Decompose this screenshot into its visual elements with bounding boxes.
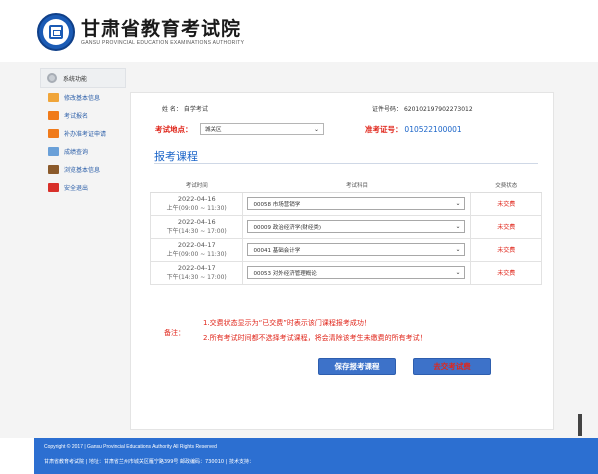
exam-time: 下午(14:30 ~ 17:00) xyxy=(166,227,227,235)
exam-date: 2022-04-16 xyxy=(177,217,216,226)
site-header: 甘肃省教育考试院 GANSU PROVINCIAL EDUCATION EXAM… xyxy=(0,0,598,62)
note-line-1: 1.交费状态显示为“已交费”时表示该门课程报考成功！ xyxy=(203,319,371,327)
exam-time: 下午(14:30 ~ 17:00) xyxy=(166,273,227,281)
site-footer: Copyright © 2017 | Gansu Provincial Educ… xyxy=(34,438,598,474)
subject-select[interactable]: 00041 基础会计学 ⌄ xyxy=(247,243,466,256)
name-field: 姓 名： 自学考试 xyxy=(162,104,208,113)
table-row: 2022-04-17 上午(09:00 ~ 11:30) 00041 基础会计学… xyxy=(149,237,542,262)
course-table: 考试时间 考试科目 交费状态 2022-04-16 上午(09:00 ~ 11:… xyxy=(149,178,542,285)
sidebar-item-label: 成绩查询 xyxy=(64,148,89,156)
sidebar-item-scores[interactable]: 成绩查询 xyxy=(40,142,126,160)
sidebar-item-label: 安全退出 xyxy=(64,184,89,192)
site-subtitle: GANSU PROVINCIAL EDUCATION EXAMINATIONS … xyxy=(81,40,245,46)
sidebar-title: 系统功能 xyxy=(63,75,88,83)
subject-cell: 00058 市场营销学 ⌄ xyxy=(242,191,472,216)
card-icon xyxy=(48,128,59,138)
sidebar-item-edit-info[interactable]: 修改基本信息 xyxy=(40,88,126,106)
name-label: 姓 名： xyxy=(162,106,182,113)
chevron-down-icon: ⌄ xyxy=(455,200,461,207)
exit-icon xyxy=(48,182,59,192)
time-cell: 2022-04-16 上午(09:00 ~ 11:30) xyxy=(149,191,244,216)
exam-date: 2022-04-17 xyxy=(177,240,216,249)
status-cell: 未交费 xyxy=(470,214,542,239)
ticket-label: 准考证号： xyxy=(365,125,403,134)
location-select[interactable]: 城关区 ⌄ xyxy=(200,123,324,135)
notes-label: 备注： xyxy=(164,329,185,337)
scrollbar[interactable] xyxy=(578,414,582,436)
subject-cell: 00053 对外经济管理概论 ⌄ xyxy=(242,260,472,285)
save-courses-button[interactable]: 保存报考课程 xyxy=(318,358,396,375)
id-field: 证件号码： 620102197902273012 xyxy=(372,104,473,113)
status-cell: 未交费 xyxy=(470,260,542,285)
exam-date: 2022-04-17 xyxy=(177,263,216,272)
site-title: 甘肃省教育考试院 xyxy=(81,18,242,40)
header-status: 交费状态 xyxy=(470,178,542,193)
logo-icon xyxy=(37,13,75,51)
table-row: 2022-04-16 下午(14:30 ~ 17:00) 00009 政治经济学… xyxy=(149,214,542,239)
chevron-down-icon: ⌄ xyxy=(455,223,461,230)
name-value: 自学考试 xyxy=(183,106,208,113)
table-row: 2022-04-16 上午(09:00 ~ 11:30) 00058 市场营销学… xyxy=(149,191,542,216)
chart-icon xyxy=(48,146,59,156)
section-title: 报考课程 xyxy=(154,150,198,163)
exam-time: 上午(09:00 ~ 11:30) xyxy=(166,204,227,212)
sidebar-header: 系统功能 xyxy=(40,68,126,88)
chevron-down-icon: ⌄ xyxy=(455,269,461,276)
ticket-value: 010522100001 xyxy=(404,125,462,134)
section-divider xyxy=(154,163,538,164)
time-cell: 2022-04-17 下午(14:30 ~ 17:00) xyxy=(149,260,244,285)
sidebar-item-label: 考试报名 xyxy=(64,112,89,120)
gear-icon xyxy=(47,73,57,83)
time-cell: 2022-04-17 上午(09:00 ~ 11:30) xyxy=(149,237,244,262)
subject-value: 00009 政治经济学(财经类) xyxy=(253,224,322,231)
sidebar-item-register[interactable]: 考试报名 xyxy=(40,106,126,124)
subject-select[interactable]: 00009 政治经济学(财经类) ⌄ xyxy=(247,220,466,233)
sidebar-item-view-info[interactable]: 浏览基本信息 xyxy=(40,160,126,178)
status-cell: 未交费 xyxy=(470,237,542,262)
sidebar: 系统功能 修改基本信息 考试报名 补办准考证申请 成绩查询 浏览基本信息 安全退… xyxy=(40,68,126,288)
pay-fee-button[interactable]: 去交考试费 xyxy=(413,358,491,375)
sidebar-item-label: 补办准考证申请 xyxy=(64,130,107,138)
time-cell: 2022-04-16 下午(14:30 ~ 17:00) xyxy=(149,214,244,239)
table-row: 2022-04-17 下午(14:30 ~ 17:00) 00053 对外经济管… xyxy=(149,260,542,285)
contact-text: 甘肃省教育考试院 | 地址：甘肃省兰州市城关区雁宁路399号 邮政编码：7300… xyxy=(44,459,254,465)
sidebar-item-label: 浏览基本信息 xyxy=(64,166,101,174)
sidebar-item-label: 修改基本信息 xyxy=(64,94,101,102)
sidebar-item-logout[interactable]: 安全退出 xyxy=(40,178,126,196)
exam-date: 2022-04-16 xyxy=(177,194,216,203)
exam-time: 上午(09:00 ~ 11:30) xyxy=(166,250,227,258)
subject-value: 00041 基础会计学 xyxy=(253,247,301,254)
id-value: 620102197902273012 xyxy=(403,106,473,113)
id-label: 证件号码： xyxy=(372,106,403,113)
location-label: 考试地点： xyxy=(155,125,193,134)
subject-cell: 00009 政治经济学(财经类) ⌄ xyxy=(242,214,472,239)
table-header-row: 考试时间 考试科目 交费状态 xyxy=(150,178,542,193)
register-icon xyxy=(48,110,59,120)
pencil-icon xyxy=(48,92,59,102)
ticket-field: 准考证号： 010522100001 xyxy=(365,124,462,135)
subject-value: 00058 市场营销学 xyxy=(253,201,301,208)
chevron-down-icon: ⌄ xyxy=(313,126,319,133)
subject-cell: 00041 基础会计学 ⌄ xyxy=(242,237,472,262)
subject-select[interactable]: 00058 市场营销学 ⌄ xyxy=(247,197,466,210)
status-cell: 未交费 xyxy=(470,191,542,216)
header-time: 考试时间 xyxy=(150,178,243,193)
subject-select[interactable]: 00053 对外经济管理概论 ⌄ xyxy=(247,266,466,279)
copyright-text: Copyright © 2017 | Gansu Provincial Educ… xyxy=(44,444,217,450)
book-icon xyxy=(48,164,59,174)
note-line-2: 2.所有考试时间都不选择考试课程，将会清除该考生未缴费的所有考试！ xyxy=(203,334,427,342)
chevron-down-icon: ⌄ xyxy=(455,246,461,253)
location-value: 城关区 xyxy=(205,127,222,133)
sidebar-item-reissue-ticket[interactable]: 补办准考证申请 xyxy=(40,124,126,142)
subject-value: 00053 对外经济管理概论 xyxy=(253,270,317,277)
header-subject: 考试科目 xyxy=(242,178,471,193)
